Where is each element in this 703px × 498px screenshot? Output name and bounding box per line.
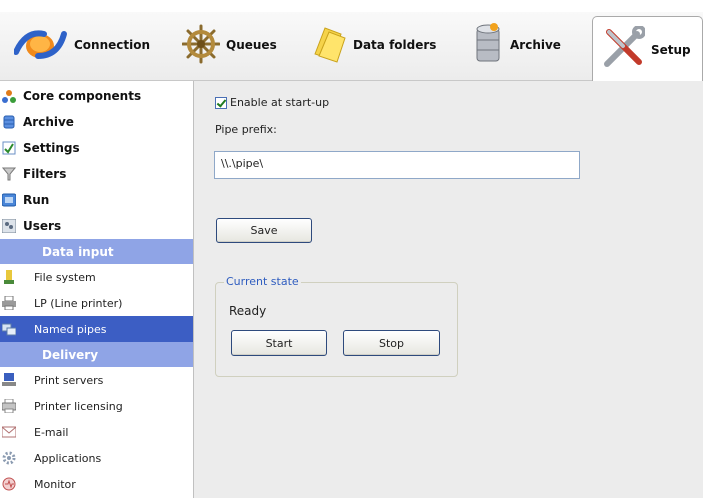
- sidebar-item-settings[interactable]: Settings: [0, 135, 193, 161]
- sidebar-item-label: Applications: [34, 451, 102, 465]
- enable-at-startup-label: Enable at start-up: [230, 96, 330, 109]
- sidebar-item-label: E-mail: [34, 425, 69, 439]
- tab-connection[interactable]: Connection: [13, 12, 151, 78]
- named-pipes-icon: [1, 322, 17, 336]
- printer-icon: [1, 398, 17, 414]
- sidebar: Core components Archive Settings Filters…: [0, 81, 194, 498]
- pipe-prefix-label: Pipe prefix:: [215, 123, 277, 136]
- monitor-icon: [2, 477, 16, 491]
- database-icon: [472, 22, 504, 68]
- sidebar-item-print-servers[interactable]: Print servers: [0, 367, 193, 393]
- tab-queues[interactable]: Queues: [181, 12, 277, 78]
- users-icon: [1, 218, 17, 234]
- sidebar-item-label: Users: [23, 219, 62, 233]
- tab-setup[interactable]: Setup: [592, 16, 703, 82]
- sidebar-item-archive[interactable]: Archive: [0, 109, 193, 135]
- sidebar-item-label: Settings: [23, 141, 80, 155]
- sidebar-item-line-printer[interactable]: LP (Line printer): [0, 290, 193, 316]
- folder-icon: [311, 24, 347, 67]
- enable-at-startup-checkbox[interactable]: [215, 96, 227, 109]
- tab-setup-label: Setup: [651, 42, 691, 57]
- tab-connection-label: Connection: [74, 38, 151, 52]
- sidebar-item-label: Run: [23, 193, 50, 207]
- named-pipes-panel: Enable at start-up Pipe prefix: \\.\pipe…: [194, 81, 703, 498]
- sidebar-item-monitor[interactable]: Monitor: [0, 471, 193, 497]
- tab-archive[interactable]: Archive: [472, 12, 561, 78]
- sidebar-item-label: Printer licensing: [34, 399, 123, 413]
- start-button[interactable]: Start: [231, 330, 327, 356]
- connection-icon: [13, 24, 68, 67]
- section-header-data-input: Data input: [0, 239, 193, 264]
- sidebar-item-named-pipes[interactable]: Named pipes: [0, 316, 193, 342]
- sidebar-item-core-components[interactable]: Core components: [0, 83, 193, 109]
- line-printer-icon: [2, 295, 16, 311]
- sidebar-item-users[interactable]: Users: [0, 213, 193, 239]
- components-icon: [2, 89, 16, 103]
- sidebar-item-printer-licensing[interactable]: Printer licensing: [0, 393, 193, 419]
- enable-at-startup-row[interactable]: Enable at start-up: [215, 96, 329, 109]
- tab-archive-label: Archive: [510, 38, 561, 52]
- settings-icon: [2, 141, 16, 155]
- envelope-icon: [1, 425, 17, 439]
- main-toolbar: Connection Queues Data folders Archive S…: [0, 12, 703, 82]
- sidebar-item-label: Named pipes: [34, 322, 107, 336]
- sidebar-item-applications[interactable]: Applications: [0, 445, 193, 471]
- current-state-value: Ready: [229, 304, 267, 318]
- sidebar-item-label: Core components: [23, 89, 142, 103]
- stop-button[interactable]: Stop: [343, 330, 440, 356]
- tab-queues-label: Queues: [226, 38, 277, 52]
- tools-icon: [601, 25, 646, 73]
- run-icon: [1, 193, 17, 207]
- sidebar-item-label: Archive: [23, 115, 74, 129]
- current-state-legend: Current state: [224, 275, 301, 288]
- print-server-icon: [2, 373, 16, 387]
- tab-data-folders[interactable]: Data folders: [311, 12, 436, 78]
- pipe-prefix-input[interactable]: \\.\pipe\: [214, 151, 580, 179]
- sidebar-item-label: Monitor: [34, 477, 76, 491]
- database-icon: [2, 115, 16, 129]
- sidebar-item-run[interactable]: Run: [0, 187, 193, 213]
- sidebar-item-e-mail[interactable]: E-mail: [0, 419, 193, 445]
- tab-data-folders-label: Data folders: [353, 38, 437, 52]
- file-system-icon: [2, 270, 16, 284]
- sidebar-item-file-system[interactable]: File system: [0, 264, 193, 290]
- sidebar-item-label: Filters: [23, 167, 67, 181]
- applications-icon: [2, 451, 16, 465]
- current-state-group: Current state Ready Start Stop: [215, 275, 458, 377]
- filter-icon: [1, 167, 17, 181]
- sidebar-item-label: LP (Line printer): [34, 296, 123, 310]
- helm-icon: [181, 24, 221, 67]
- sidebar-item-label: File system: [34, 270, 96, 284]
- sidebar-item-label: Print servers: [34, 373, 104, 387]
- section-header-delivery: Delivery: [0, 342, 193, 367]
- save-button[interactable]: Save: [216, 218, 312, 243]
- sidebar-item-filters[interactable]: Filters: [0, 161, 193, 187]
